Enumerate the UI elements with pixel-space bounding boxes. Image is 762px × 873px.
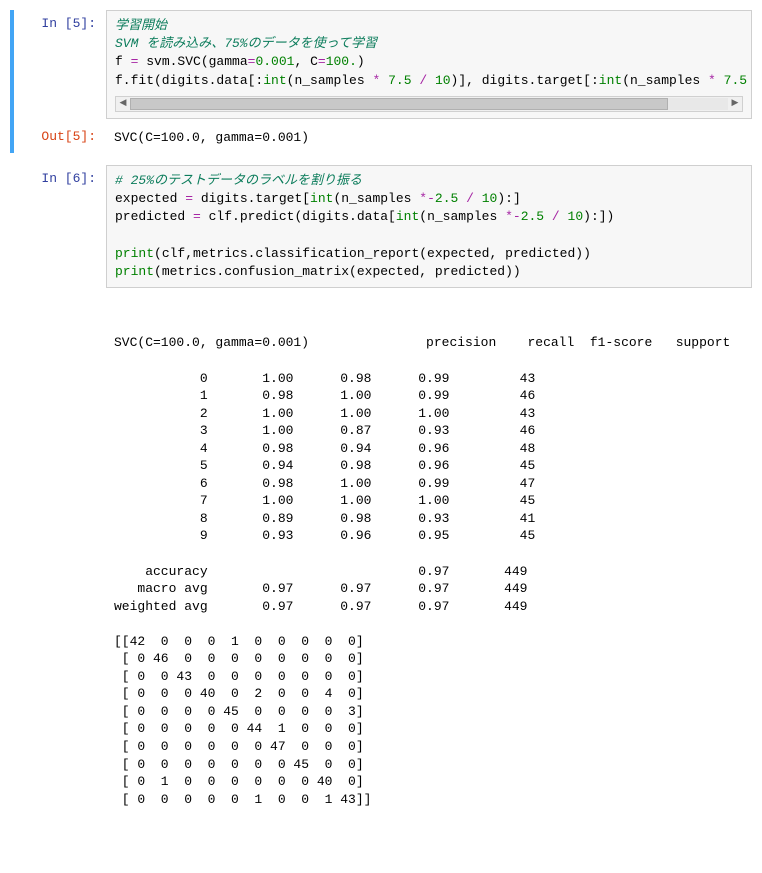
code-line: expected = digits.target[int(n_samples *… [115, 190, 743, 208]
code-line: print(clf,metrics.classification_report(… [115, 245, 743, 263]
code-cell-5: In [5]: 学習開始 SVM を読み込み、75%のデータを使って学習 f =… [10, 10, 752, 153]
code-input-6[interactable]: # 25%のテストデータのラベルを割り振る expected = digits.… [106, 165, 752, 288]
code-input-5[interactable]: 学習開始 SVM を読み込み、75%のデータを使って学習 f = svm.SVC… [106, 10, 752, 119]
out-prompt-5: Out[5]: [16, 123, 106, 153]
code-comment: SVM を読み込み、75%のデータを使って学習 [115, 36, 377, 51]
code-line: f = svm.SVC(gamma=0.001, C=100.) [115, 53, 743, 71]
output-5: SVC(C=100.0, gamma=0.001) [106, 123, 752, 153]
output-6: SVC(C=100.0, gamma=0.001) precision reca… [106, 292, 752, 851]
scroll-thumb[interactable] [130, 98, 668, 110]
code-line: f.fit(digits.data[:int(n_samples * 7.5 /… [115, 72, 743, 90]
scroll-track[interactable] [130, 98, 728, 110]
classification-report: SVC(C=100.0, gamma=0.001) precision reca… [114, 334, 744, 808]
code-cell-6: In [6]: # 25%のテストデータのラベルを割り振る expected =… [10, 165, 752, 851]
scroll-left-arrow-icon[interactable]: ◀ [116, 98, 130, 110]
code-comment: 学習開始 [115, 18, 167, 33]
out-prompt-6-empty [16, 292, 106, 851]
scroll-right-arrow-icon[interactable]: ▶ [728, 98, 742, 110]
horizontal-scrollbar[interactable]: ◀ ▶ [115, 96, 743, 112]
code-comment: # 25%のテストデータのラベルを割り振る [115, 173, 362, 188]
in-prompt-6: In [6]: [16, 165, 106, 288]
code-line: predicted = clf.predict(digits.data[int(… [115, 208, 743, 226]
in-prompt-5: In [5]: [16, 10, 106, 119]
code-line: print(metrics.confusion_matrix(expected,… [115, 263, 743, 281]
